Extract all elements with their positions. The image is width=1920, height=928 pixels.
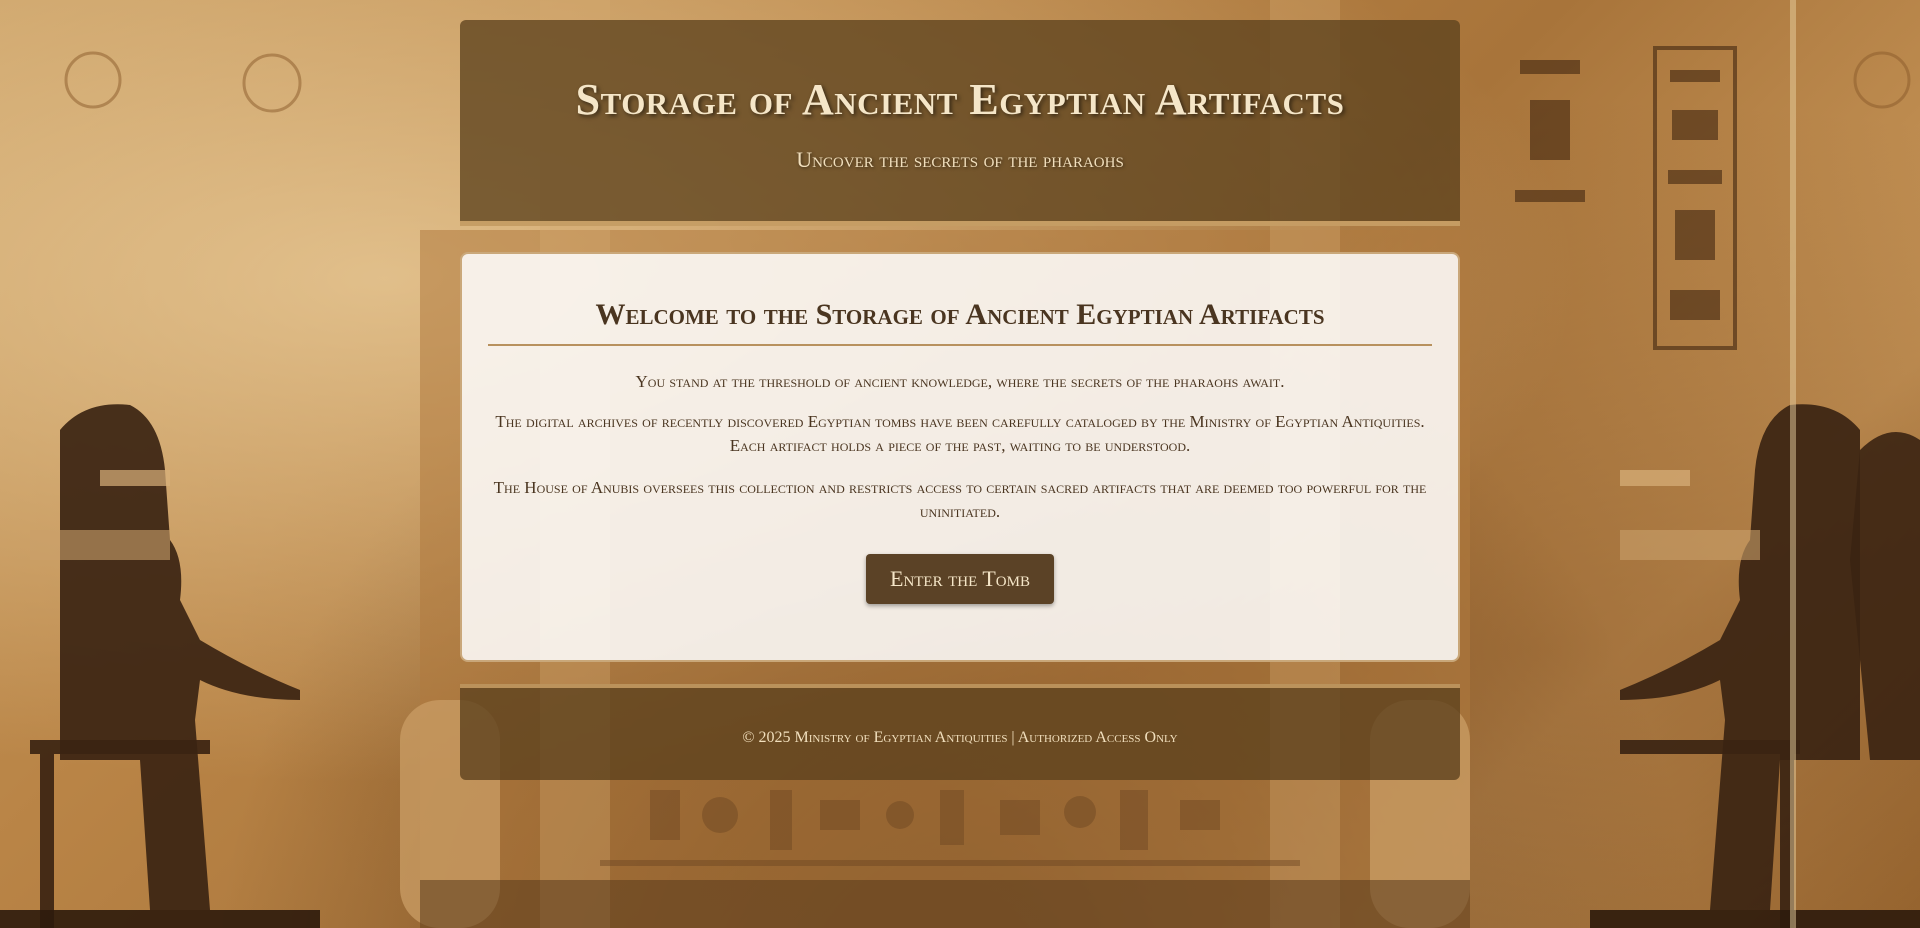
intro-text: You stand at the threshold of ancient kn… [488,370,1432,524]
footer-copyright: © 2025 Ministry of Egyptian Antiquities … [742,729,1178,746]
site-title: Storage of Ancient Egyptian Artifacts [575,75,1345,124]
site-footer: © 2025 Ministry of Egyptian Antiquities … [460,684,1460,780]
welcome-panel: Welcome to the Storage of Ancient Egypti… [460,252,1460,662]
site-header: Storage of Ancient Egyptian Artifacts Un… [460,20,1460,226]
enter-tomb-button[interactable]: Enter the Tomb [866,554,1054,604]
welcome-heading: Welcome to the Storage of Ancient Egypti… [488,298,1432,346]
intro-paragraph: You stand at the threshold of ancient kn… [635,372,1285,391]
intro-paragraph: The digital archives of recently discove… [495,412,1425,455]
hieroglyph-column [1515,46,1737,350]
site-subtitle: Uncover the secrets of the pharaohs [796,147,1124,172]
seated-figure-left [0,404,320,928]
intro-paragraph: The House of Anubis oversees this collec… [493,478,1427,521]
